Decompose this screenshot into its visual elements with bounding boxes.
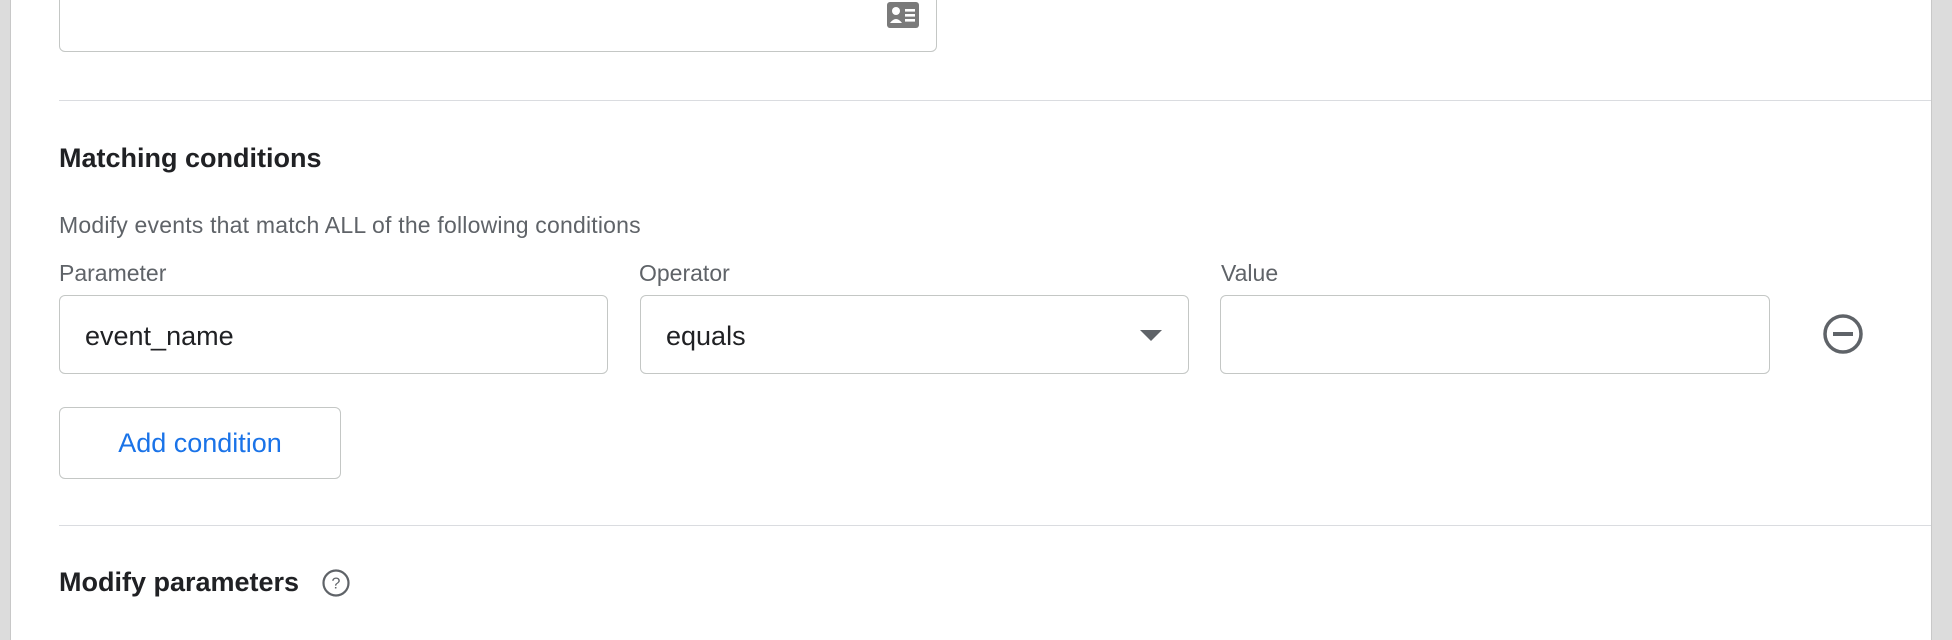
help-circle-icon[interactable]: ?: [321, 568, 351, 598]
add-condition-button[interactable]: Add condition: [59, 407, 341, 479]
event-name-input[interactable]: [59, 0, 937, 52]
matching-conditions-title: Matching conditions: [59, 143, 322, 173]
svg-text:?: ?: [332, 576, 341, 593]
section-divider: [59, 525, 1931, 526]
event-modification-form: Matching conditions Modify events that m…: [10, 0, 1932, 640]
section-divider: [59, 100, 1931, 101]
operator-select[interactable]: equals: [640, 295, 1189, 374]
matching-conditions-description: Modify events that match ALL of the foll…: [59, 212, 641, 238]
parameter-input[interactable]: event_name: [59, 295, 608, 374]
remove-condition-button[interactable]: [1821, 312, 1865, 356]
value-input[interactable]: [1220, 295, 1770, 374]
operator-select-value: equals: [666, 321, 746, 351]
parameter-input-value: event_name: [85, 321, 234, 351]
operator-label: Operator: [639, 260, 730, 286]
parameter-label: Parameter: [59, 260, 167, 286]
modify-parameters-title: Modify parameters: [59, 567, 300, 597]
contact-card-icon[interactable]: [886, 1, 920, 29]
remove-circle-icon: [1823, 314, 1863, 354]
dropdown-arrow-icon: [1140, 330, 1162, 341]
value-label: Value: [1221, 260, 1279, 286]
